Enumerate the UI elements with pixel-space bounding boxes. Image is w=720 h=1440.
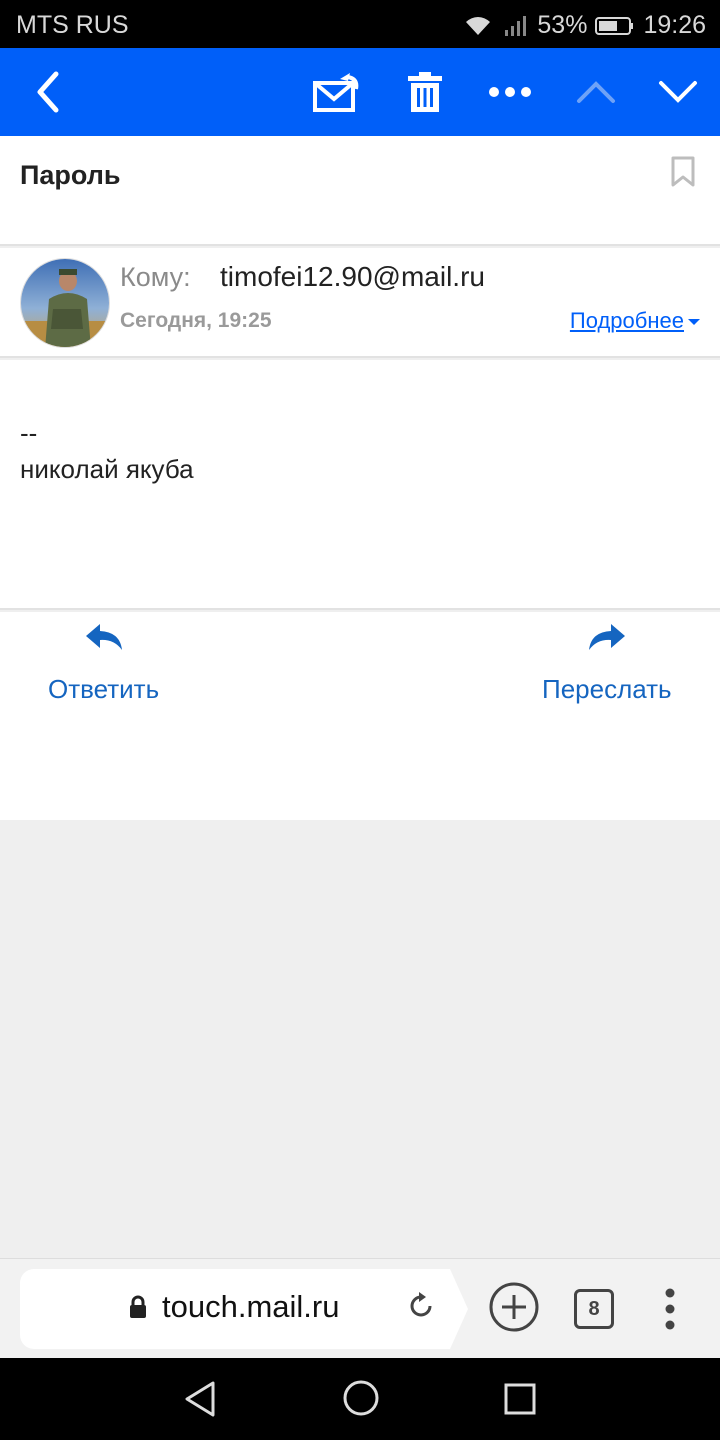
chevron-down-icon: [659, 81, 697, 103]
tab-count-button[interactable]: 8: [574, 1289, 614, 1329]
forward-button[interactable]: Переслать: [542, 622, 672, 705]
wifi-icon: [461, 13, 495, 39]
circle-home-icon: [343, 1380, 379, 1416]
mark-unread-button[interactable]: [296, 48, 376, 136]
delete-button[interactable]: [385, 48, 465, 136]
next-message-button[interactable]: [638, 48, 718, 136]
browser-bar: touch.mail.ru 8: [0, 1258, 720, 1358]
subject-section: Пароль: [0, 136, 720, 246]
previous-message-button[interactable]: [556, 48, 636, 136]
lock-icon: [128, 1295, 148, 1324]
carrier-name: MTS RUS: [16, 11, 129, 39]
recipient-address[interactable]: timofei12.90@mail.ru: [220, 261, 485, 293]
bookmark-icon: [671, 156, 695, 187]
nav-home-button[interactable]: [341, 1378, 381, 1423]
reload-icon: [410, 1292, 432, 1317]
nav-back-button[interactable]: [182, 1380, 218, 1423]
message-subject: Пароль: [20, 160, 121, 190]
message-header: Кому: timofei12.90@mail.ru Сегодня, 19:2…: [0, 248, 720, 358]
mail-toolbar: [0, 48, 720, 136]
vertical-dots-icon: [665, 1288, 675, 1330]
more-button[interactable]: [470, 48, 550, 136]
message-date: Сегодня, 19:25: [120, 309, 272, 332]
new-tab-button[interactable]: [488, 1281, 540, 1338]
url-text: touch.mail.ru: [162, 1289, 340, 1324]
details-link[interactable]: Подробнее: [570, 308, 700, 334]
details-label: Подробнее: [569, 308, 684, 333]
more-icon: [489, 87, 531, 97]
chevron-up-icon: [577, 81, 615, 103]
to-label: Кому:: [120, 262, 191, 292]
bookmark-button[interactable]: [670, 156, 696, 193]
reply-icon: [85, 624, 122, 650]
system-navbar: [0, 1358, 720, 1440]
reply-button[interactable]: Ответить: [48, 622, 159, 705]
square-recents-icon: [504, 1383, 536, 1415]
forward-label: Переслать: [542, 674, 672, 704]
forward-icon: [588, 624, 625, 650]
message-actions: Ответить Переслать: [0, 612, 720, 820]
nav-recents-button[interactable]: [503, 1382, 537, 1421]
triangle-back-icon: [185, 1381, 215, 1417]
battery-percent: 53%: [537, 11, 588, 39]
address-bar[interactable]: touch.mail.ru: [20, 1269, 468, 1349]
back-button[interactable]: [8, 48, 88, 136]
trash-icon: [408, 72, 442, 112]
browser-menu-button[interactable]: [660, 1287, 680, 1336]
message-body: -- николай якуба: [0, 360, 720, 610]
back-icon: [37, 71, 59, 113]
clock: 19:26: [643, 11, 706, 39]
reply-label: Ответить: [48, 674, 160, 704]
signature-separator: --: [20, 418, 38, 448]
sender-avatar[interactable]: [20, 258, 110, 348]
reload-button[interactable]: [406, 1291, 436, 1326]
battery-icon: [595, 15, 635, 37]
reply-mail-icon: [313, 73, 359, 112]
signal-icon: [503, 14, 529, 38]
plus-circle-icon: [489, 1282, 539, 1332]
status-bar: MTS RUS 53% 19:26: [0, 0, 720, 48]
signature-name: николай якуба: [20, 454, 194, 484]
caret-down-icon: [688, 319, 700, 325]
